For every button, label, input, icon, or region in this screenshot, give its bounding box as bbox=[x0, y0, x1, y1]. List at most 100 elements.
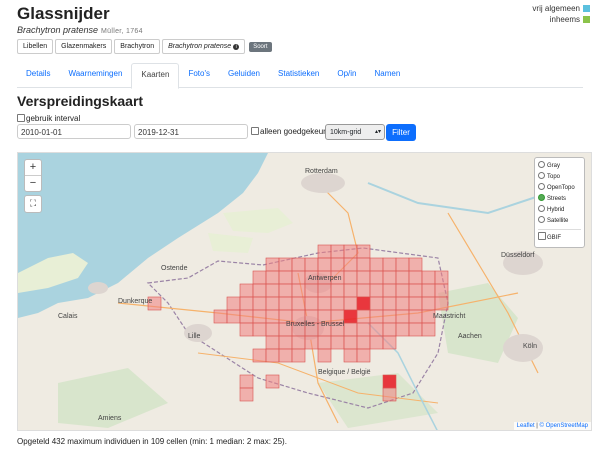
grid-cell[interactable] bbox=[356, 244, 371, 259]
grid-cell[interactable] bbox=[421, 296, 436, 311]
grid-cell[interactable] bbox=[369, 283, 384, 298]
layer-option-gray[interactable]: Gray bbox=[538, 161, 581, 172]
interval-checkbox[interactable] bbox=[17, 114, 25, 122]
grid-cell[interactable] bbox=[395, 322, 410, 337]
grid-cell[interactable] bbox=[382, 296, 397, 311]
leaflet-link[interactable]: Leaflet bbox=[517, 423, 535, 429]
grid-cell[interactable] bbox=[330, 244, 345, 259]
grid-cell[interactable] bbox=[343, 283, 358, 298]
grid-cell[interactable] bbox=[330, 283, 345, 298]
grid-cell[interactable] bbox=[304, 283, 319, 298]
grid-cell[interactable] bbox=[356, 296, 371, 311]
osm-link[interactable]: © OpenStreetMap bbox=[540, 423, 588, 429]
grid-cell[interactable] bbox=[265, 283, 280, 298]
grid-cell[interactable] bbox=[356, 335, 371, 350]
grid-cell[interactable] bbox=[395, 257, 410, 272]
grid-cell[interactable] bbox=[239, 374, 254, 389]
grid-cell[interactable] bbox=[265, 309, 280, 324]
approved-checkbox[interactable] bbox=[251, 127, 259, 135]
grid-cell[interactable] bbox=[239, 309, 254, 324]
grid-cell[interactable] bbox=[421, 283, 436, 298]
radio-icon[interactable] bbox=[538, 172, 545, 179]
grid-cell[interactable] bbox=[317, 283, 332, 298]
grid-cell[interactable] bbox=[317, 244, 332, 259]
breadcrumb-libellen[interactable]: Libellen bbox=[17, 39, 54, 54]
grid-cell[interactable] bbox=[330, 257, 345, 272]
grid-cell[interactable] bbox=[252, 296, 267, 311]
zoom-out-button[interactable]: − bbox=[25, 176, 41, 191]
layer-option-topo[interactable]: Topo bbox=[538, 172, 581, 183]
grid-cell[interactable] bbox=[408, 270, 423, 285]
grid-cell[interactable] bbox=[304, 335, 319, 350]
grid-cell[interactable] bbox=[382, 387, 397, 402]
layer-option-streets[interactable]: Streets bbox=[538, 194, 581, 205]
zoom-in-button[interactable]: + bbox=[25, 160, 41, 176]
tab-kaarten[interactable]: Kaarten bbox=[131, 63, 180, 89]
grid-cell[interactable] bbox=[291, 270, 306, 285]
grid-cell[interactable] bbox=[330, 296, 345, 311]
grid-cell[interactable] bbox=[291, 348, 306, 363]
grid-cell[interactable] bbox=[226, 309, 241, 324]
grid-cell[interactable] bbox=[369, 322, 384, 337]
grid-cell[interactable] bbox=[382, 257, 397, 272]
approved-checkbox-row[interactable]: alleen goedgekeurd bbox=[251, 127, 330, 136]
grid-cell[interactable] bbox=[408, 322, 423, 337]
radio-icon[interactable] bbox=[538, 216, 545, 223]
grid-cell[interactable] bbox=[265, 270, 280, 285]
grid-cell[interactable] bbox=[265, 296, 280, 311]
grid-cell[interactable] bbox=[330, 335, 345, 350]
grid-cell[interactable] bbox=[278, 283, 293, 298]
grid-cell[interactable] bbox=[278, 348, 293, 363]
grid-cell[interactable] bbox=[356, 309, 371, 324]
grid-cell[interactable] bbox=[408, 283, 423, 298]
grid-cell[interactable] bbox=[291, 283, 306, 298]
breadcrumb-brachytron[interactable]: Brachytron bbox=[114, 39, 161, 54]
grid-cell[interactable] bbox=[369, 296, 384, 311]
grid-cell[interactable] bbox=[226, 296, 241, 311]
layer-option-hybrid[interactable]: Hybrid bbox=[538, 205, 581, 216]
grid-cell[interactable] bbox=[395, 283, 410, 298]
grid-cell[interactable] bbox=[278, 296, 293, 311]
grid-cell[interactable] bbox=[265, 335, 280, 350]
grid-cell[interactable] bbox=[239, 322, 254, 337]
grid-cell[interactable] bbox=[382, 309, 397, 324]
grid-cell[interactable] bbox=[382, 322, 397, 337]
grid-cell[interactable] bbox=[252, 270, 267, 285]
layer-option-satellite[interactable]: Satellite bbox=[538, 216, 581, 227]
grid-cell[interactable] bbox=[369, 309, 384, 324]
grid-cell[interactable] bbox=[317, 348, 332, 363]
radio-selected-icon[interactable] bbox=[538, 194, 545, 201]
tab-fotos[interactable]: Foto's bbox=[179, 63, 219, 87]
date-from-field[interactable]: 2010-01-01 bbox=[17, 124, 131, 139]
grid-cell[interactable] bbox=[434, 270, 449, 285]
grid-cell[interactable] bbox=[356, 283, 371, 298]
grid-cell[interactable] bbox=[239, 296, 254, 311]
grid-cell[interactable] bbox=[356, 257, 371, 272]
grid-cell[interactable] bbox=[265, 374, 280, 389]
grid-cell[interactable] bbox=[291, 296, 306, 311]
grid-cell[interactable] bbox=[382, 374, 397, 389]
grid-cell[interactable] bbox=[252, 348, 267, 363]
grid-cell[interactable] bbox=[382, 283, 397, 298]
tab-statistieken[interactable]: Statistieken bbox=[269, 63, 328, 87]
grid-cell[interactable] bbox=[369, 335, 384, 350]
grid-cell[interactable] bbox=[239, 283, 254, 298]
grid-cell[interactable] bbox=[252, 283, 267, 298]
grid-cell[interactable] bbox=[343, 257, 358, 272]
overlay-option-gbif[interactable]: GBIF bbox=[538, 232, 581, 243]
tab-op-in[interactable]: Op/in bbox=[328, 63, 365, 87]
grid-cell[interactable] bbox=[356, 322, 371, 337]
checkbox-icon[interactable] bbox=[538, 232, 546, 240]
grid-cell[interactable] bbox=[395, 270, 410, 285]
layer-option-opentopo[interactable]: OpenTopo bbox=[538, 183, 581, 194]
tab-geluiden[interactable]: Geluiden bbox=[219, 63, 269, 87]
grid-cell[interactable] bbox=[252, 322, 267, 337]
grid-cell[interactable] bbox=[278, 335, 293, 350]
grid-cell[interactable] bbox=[304, 296, 319, 311]
radio-icon[interactable] bbox=[538, 183, 545, 190]
grid-cell[interactable] bbox=[382, 270, 397, 285]
grid-cell[interactable] bbox=[239, 387, 254, 402]
breadcrumb-glazenmakers[interactable]: Glazenmakers bbox=[55, 39, 113, 54]
grid-cell[interactable] bbox=[278, 257, 293, 272]
grid-select[interactable]: 10km-grid ▴▾ bbox=[325, 124, 385, 140]
